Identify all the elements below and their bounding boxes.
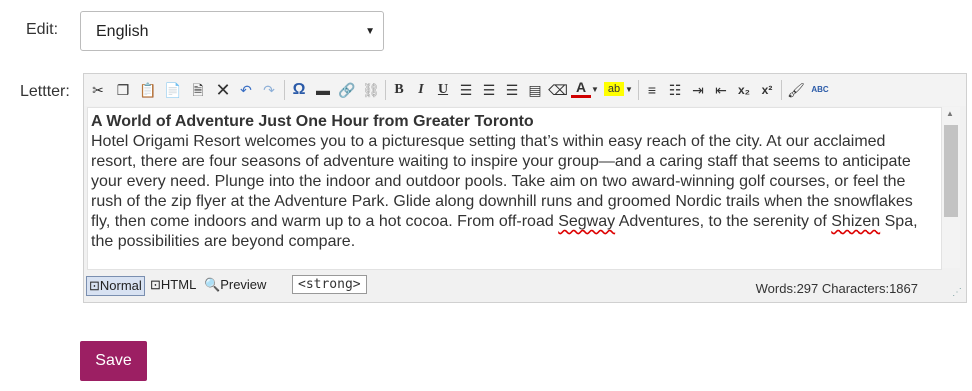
letter-text: A World of Adventure Just One Hour from … — [91, 112, 921, 252]
toolbar-separator — [284, 80, 285, 100]
align-center-icon[interactable]: ☰ — [479, 80, 499, 100]
editor-status-bar: ⊡Normal ⊡HTML 🔍Preview <strong> Words:29… — [84, 270, 966, 302]
element-path-tag[interactable]: <strong> — [292, 275, 367, 294]
unlink-icon[interactable]: ⛓ — [361, 80, 381, 100]
misspelled-word: Shizen — [831, 213, 881, 230]
language-select[interactable]: English ▼ — [80, 11, 384, 51]
eraser-icon[interactable]: ⌫ — [548, 80, 568, 100]
chevron-down-icon[interactable]: ▼ — [624, 80, 634, 100]
link-icon[interactable]: 🔗 — [337, 80, 357, 100]
magnifier-icon: 🔍 — [204, 277, 221, 292]
paste-text-icon[interactable]: 📄 — [163, 80, 183, 100]
mode-html-label: HTML — [160, 277, 197, 292]
save-button[interactable]: Save — [80, 341, 147, 381]
justify-icon[interactable]: ▤ — [525, 80, 545, 100]
font-color-icon[interactable]: A — [571, 80, 591, 98]
normal-mode-icon: ⊡ — [89, 278, 100, 293]
html-mode-icon: ⊡ — [150, 277, 161, 292]
mode-preview-label: Preview — [220, 277, 267, 292]
italic-icon[interactable]: I — [411, 80, 431, 100]
bullet-list-icon[interactable]: ☷ — [665, 80, 685, 100]
bold-icon[interactable]: B — [389, 80, 409, 100]
editor-toolbar: ✂ ❐ 📋 📄 🗎 ✕ ↶ ↷ Ω ▬ 🔗 ⛓ B I U ☰ ☰ ☰ ▤ ⌫ … — [84, 74, 966, 106]
brush-icon[interactable]: 🖌 — [786, 80, 806, 100]
spellcheck-icon[interactable]: ABC — [810, 80, 830, 100]
mode-normal-button[interactable]: ⊡Normal — [86, 276, 145, 296]
mode-html-button[interactable]: ⊡HTML — [150, 276, 196, 294]
editor-scrollbar[interactable]: ▲ — [941, 107, 960, 268]
mode-preview-button[interactable]: 🔍Preview — [204, 276, 266, 294]
delete-icon[interactable]: ✕ — [213, 80, 233, 100]
chevron-down-icon[interactable]: ▼ — [590, 80, 600, 100]
paste-icon[interactable]: 📋 — [138, 80, 158, 100]
editor-content-area[interactable]: A World of Adventure Just One Hour from … — [87, 107, 942, 270]
letter-body-part: Adventures, to the serenity of — [615, 213, 832, 230]
indent-icon[interactable]: ⇥ — [688, 80, 708, 100]
letter-body: Hotel Origami Resort welcomes you to a p… — [91, 132, 921, 252]
paste-word-icon[interactable]: 🗎 — [188, 80, 208, 100]
letter-title: A World of Adventure Just One Hour from … — [91, 113, 534, 130]
toolbar-separator — [385, 80, 386, 100]
edit-label: Edit: — [26, 21, 59, 38]
rich-text-editor: ✂ ❐ 📋 📄 🗎 ✕ ↶ ↷ Ω ▬ 🔗 ⛓ B I U ☰ ☰ ☰ ▤ ⌫ … — [83, 73, 967, 303]
superscript-icon[interactable]: x² — [757, 80, 777, 100]
scrollbar-thumb[interactable] — [944, 125, 958, 217]
word-char-count: Words:297 Characters:1867 — [755, 281, 918, 296]
scroll-up-icon[interactable]: ▲ — [946, 109, 954, 118]
highlight-icon[interactable]: ab — [604, 82, 624, 96]
subscript-icon[interactable]: x₂ — [734, 80, 754, 100]
underline-icon[interactable]: U — [433, 80, 453, 100]
outdent-icon[interactable]: ⇤ — [711, 80, 731, 100]
align-left-icon[interactable]: ☰ — [456, 80, 476, 100]
align-right-icon[interactable]: ☰ — [502, 80, 522, 100]
letter-label: Lettter: — [20, 83, 70, 100]
redo-icon[interactable]: ↷ — [259, 80, 279, 100]
mode-normal-label: Normal — [99, 278, 142, 293]
toolbar-separator — [781, 80, 782, 100]
language-select-value: English — [96, 23, 149, 40]
special-char-icon[interactable]: Ω — [289, 80, 309, 100]
chevron-down-icon: ▼ — [365, 26, 375, 37]
copy-icon[interactable]: ❐ — [113, 80, 133, 100]
resize-grip-icon[interactable]: ⋰ — [952, 287, 962, 298]
horizontal-rule-icon[interactable]: ▬ — [313, 80, 333, 100]
numbered-list-icon[interactable]: ≡ — [642, 80, 662, 100]
toolbar-separator — [638, 80, 639, 100]
cut-icon[interactable]: ✂ — [88, 80, 108, 100]
misspelled-word: Segway — [558, 213, 616, 230]
undo-icon[interactable]: ↶ — [236, 80, 256, 100]
